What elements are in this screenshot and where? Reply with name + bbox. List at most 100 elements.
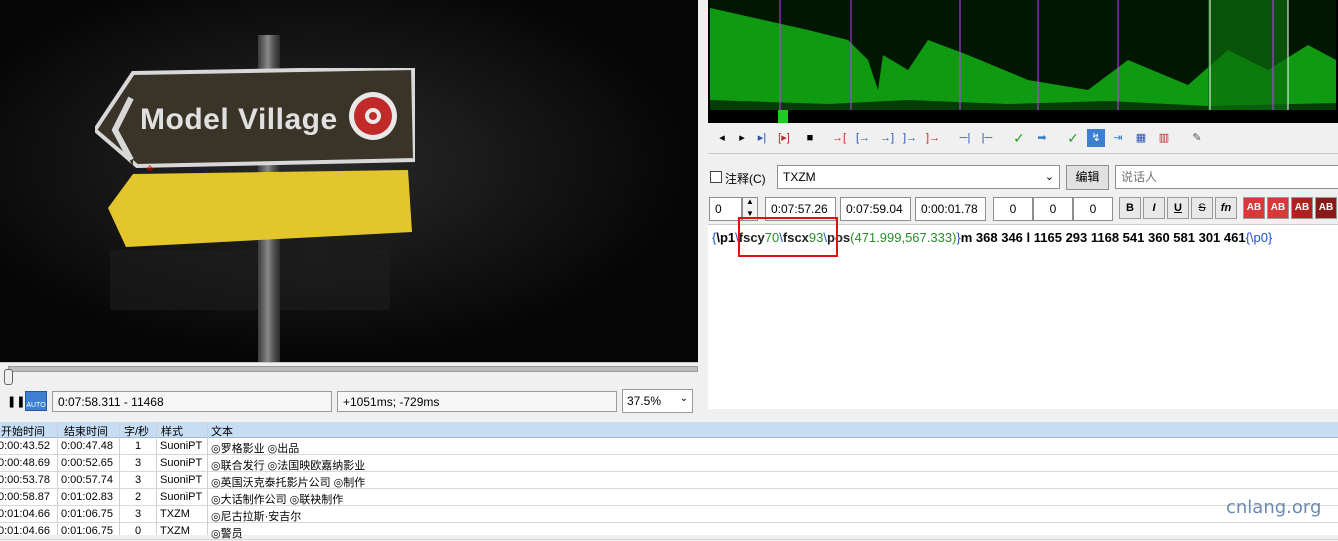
cell-cps: 2 <box>135 491 142 503</box>
auto-next-icon[interactable]: ↯ <box>1087 129 1105 147</box>
watermark: cnlang.org <box>1226 497 1322 518</box>
audio-waveform[interactable] <box>708 0 1338 123</box>
header-start[interactable]: 开始时间 <box>1 423 45 439</box>
video-position-box[interactable]: 0:07:58.311 - 11468 <box>52 391 332 412</box>
tag-p1: \p1 <box>716 230 736 245</box>
table-row[interactable]: 0:00:43.52 0:00:47.48 1 SuoniPT ◎罗格影业 ◎出品 <box>0 438 1338 455</box>
play-to-end-icon[interactable]: ]→ <box>924 129 942 147</box>
zoom-value: 37.5% <box>627 394 662 408</box>
chevron-down-icon: ⌄ <box>1044 171 1054 183</box>
header-end[interactable]: 结束时间 <box>64 423 108 439</box>
zoom-select[interactable]: 37.5% ⌄ <box>622 389 693 413</box>
cell-cps: 1 <box>135 440 142 452</box>
cell-end-time: 0:00:52.65 <box>61 457 113 469</box>
auto-scroll-audio-icon[interactable]: ⇥ <box>1109 129 1127 147</box>
cell-cps: 3 <box>135 474 142 486</box>
highlight-box <box>738 217 838 257</box>
table-row[interactable]: 0:01:04.66 0:01:06.75 0 TXZM ◎警员 <box>0 523 1338 540</box>
comment-checkbox[interactable] <box>710 171 722 183</box>
style-value: TXZM <box>783 170 816 184</box>
video-offset-box[interactable]: +1051ms; -729ms <box>337 391 617 412</box>
underline-button[interactable]: U <box>1167 197 1189 219</box>
cell-style: TXZM <box>160 508 190 520</box>
margin-left-field[interactable] <box>993 197 1033 221</box>
cell-start-time: 0:00:58.87 <box>0 491 50 503</box>
auto-scroll-label: AUTO <box>26 402 46 409</box>
font-button[interactable]: fn <box>1215 197 1237 219</box>
tag-pos-value: (471.999,567.333) <box>850 230 957 245</box>
table-row[interactable]: 0:00:58.87 0:01:02.83 2 SuoniPT ◎大话制作公司 ◎联袂制… <box>0 489 1338 506</box>
table-row[interactable]: 0:00:48.69 0:00:52.65 3 SuoniPT ◎联合发行 ◎法国映欧嘉… <box>0 455 1338 472</box>
header-text[interactable]: 文本 <box>211 423 233 439</box>
bold-button[interactable]: B <box>1119 197 1141 219</box>
tag-brace: } <box>1268 230 1273 245</box>
cell-start-time: 0:00:48.69 <box>0 457 50 469</box>
panel-divider[interactable] <box>698 0 708 422</box>
waveform-graphic <box>708 0 1338 123</box>
video-seek-bar[interactable] <box>8 366 698 372</box>
lead-in-icon[interactable]: ─| <box>956 129 974 147</box>
previous-line-icon[interactable]: ◂ <box>713 129 731 147</box>
lead-out-icon[interactable]: |─ <box>978 129 996 147</box>
cell-cps: 3 <box>135 457 142 469</box>
italic-button[interactable]: I <box>1143 197 1165 219</box>
cell-start-time: 0:01:04.66 <box>0 508 50 520</box>
auto-scroll-button[interactable]: AUTO <box>25 391 47 411</box>
play-before-end-icon[interactable]: →] <box>878 129 896 147</box>
cell-text: ◎大话制作公司 ◎联袂制作 <box>211 494 344 506</box>
primary-color-button[interactable]: AB <box>1243 197 1265 219</box>
cell-start-time: 0:01:04.66 <box>0 525 50 537</box>
grid-col-divider <box>57 422 58 535</box>
commit-check-icon[interactable]: ✓ <box>1010 129 1028 147</box>
table-row[interactable]: 0:01:04.66 0:01:06.75 3 TXZM ◎尼古拉斯·安吉尔 <box>0 506 1338 523</box>
margin-vertical-field[interactable] <box>1073 197 1113 221</box>
cell-style: SuoniPT <box>160 474 203 486</box>
spectrum-icon[interactable]: ▦ <box>1132 129 1150 147</box>
duration-field[interactable] <box>915 197 986 221</box>
cell-text: ◎罗格影业 ◎出品 <box>211 443 300 455</box>
comment-label: 注释(C) <box>725 172 766 186</box>
end-time-field[interactable] <box>840 197 911 221</box>
audio-toolbar: ◂ ▸ ▸| [▸] ■ →[ [→ →] ]→ ]→ ─| |─ ✓ ➡ ✓ … <box>708 126 1338 152</box>
strikeout-button[interactable]: S <box>1191 197 1213 219</box>
cell-style: SuoniPT <box>160 440 203 452</box>
style-select[interactable]: TXZM ⌄ <box>777 165 1060 189</box>
cell-end-time: 0:01:02.83 <box>61 491 113 503</box>
next-arrow-icon[interactable]: ➡ <box>1033 129 1051 147</box>
stop-icon[interactable]: ■ <box>801 129 819 147</box>
cell-text: ◎警员 <box>211 528 243 540</box>
cell-style: SuoniPT <box>160 457 203 469</box>
cell-start-time: 0:00:43.52 <box>0 440 50 452</box>
cell-text: ◎尼古拉斯·安吉尔 <box>211 511 302 523</box>
actor-field[interactable] <box>1115 165 1338 189</box>
shadow-color-button[interactable]: AB <box>1315 197 1337 219</box>
cell-end-time: 0:00:57.74 <box>61 474 113 486</box>
header-style[interactable]: 样式 <box>161 423 183 439</box>
play-after-end-icon[interactable]: ]→ <box>901 129 919 147</box>
editor-bottom-gap <box>708 409 1338 422</box>
cell-end-time: 0:01:06.75 <box>61 508 113 520</box>
crosshair-icon: ⌖ <box>146 160 154 176</box>
cell-text: ◎联合发行 ◎法国映欧嘉纳影业 <box>211 460 366 472</box>
next-line-icon[interactable]: ▸ <box>733 129 751 147</box>
header-cps[interactable]: 字/秒 <box>124 423 149 439</box>
pause-icon[interactable]: ❚❚ <box>7 395 25 408</box>
cell-cps: 0 <box>135 525 142 537</box>
play-selection-icon[interactable]: ▸| <box>753 129 771 147</box>
secondary-color-button[interactable]: AB <box>1267 197 1289 219</box>
outline-color-button[interactable]: AB <box>1291 197 1313 219</box>
play-line-icon[interactable]: [▸] <box>775 129 793 147</box>
spin-up-icon[interactable]: ▲ <box>746 197 754 206</box>
play-before-start-icon[interactable]: →[ <box>830 129 848 147</box>
cell-start-time: 0:00:53.78 <box>0 474 50 486</box>
table-row[interactable]: 0:00:53.78 0:00:57.74 3 SuoniPT ◎英国沃克泰托影片公司 … <box>0 472 1338 489</box>
auto-commit-icon[interactable]: ✓ <box>1064 129 1082 147</box>
margin-right-field[interactable] <box>1033 197 1073 221</box>
edit-style-button[interactable]: 编辑 <box>1066 165 1109 190</box>
seek-thumb[interactable] <box>4 369 13 385</box>
toolbar-divider <box>708 153 1338 154</box>
karaoke-mode-icon[interactable]: ✎ <box>1188 129 1206 147</box>
grid-header: 开始时间 结束时间 字/秒 样式 文本 <box>0 422 1338 438</box>
play-after-start-icon[interactable]: [→ <box>854 129 872 147</box>
video-keyframes-icon[interactable]: ▥ <box>1155 129 1173 147</box>
